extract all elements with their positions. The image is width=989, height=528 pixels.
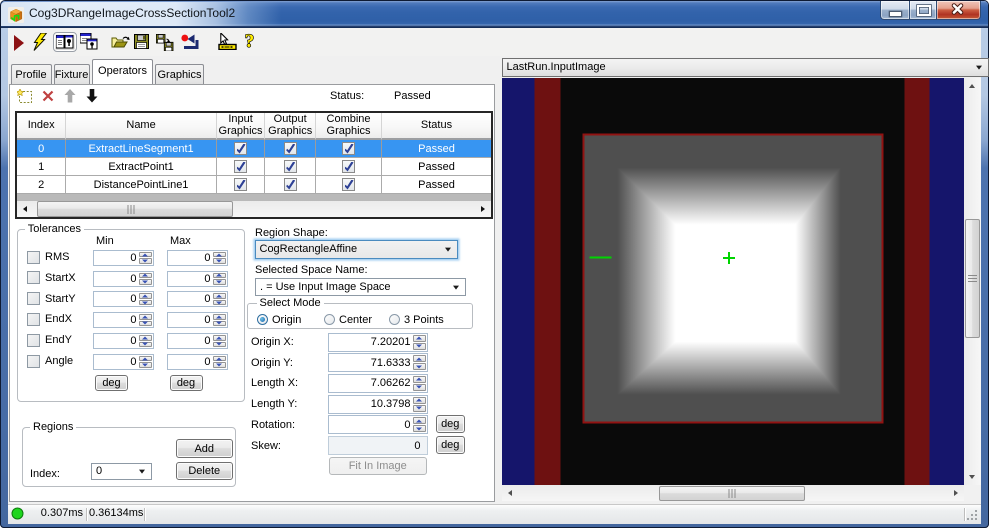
svg-text:?: ? xyxy=(245,32,255,51)
